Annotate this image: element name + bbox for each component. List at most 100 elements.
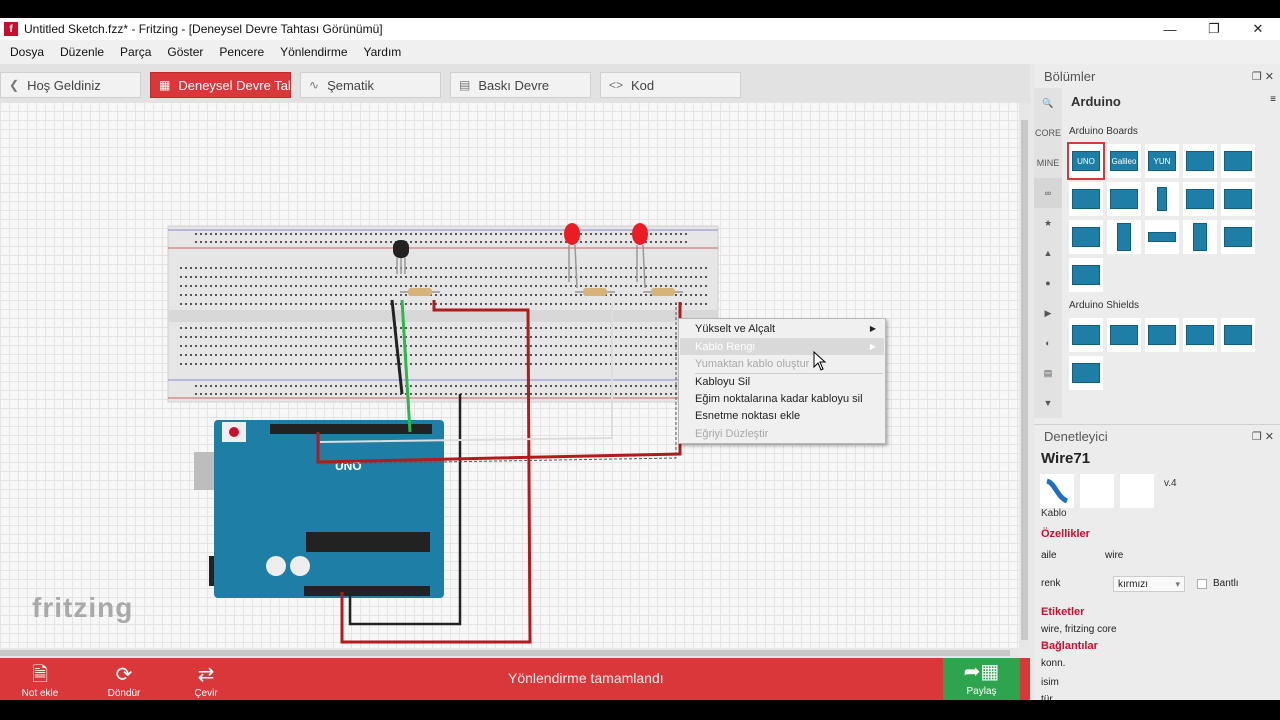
connection-row-name: isim xyxy=(1041,677,1059,688)
part-arduino-board[interactable] xyxy=(1069,220,1103,254)
title-bar: f Untitled Sketch.fzz* - Fritzing - [Den… xyxy=(0,18,1280,40)
float-icon[interactable]: ❐ xyxy=(1252,431,1262,443)
flip-button[interactable]: ⇄ Çevir xyxy=(176,662,236,700)
horizontal-scrollbar[interactable] xyxy=(0,648,1019,658)
inspector-part-title[interactable]: Wire71 xyxy=(1041,450,1090,467)
wire-context-menu: Yükselt ve Alçalt ▶ Kablo Rengi ▶ Yumakt… xyxy=(678,318,886,444)
contrib-bin-icon[interactable]: ◐ xyxy=(1034,328,1062,358)
panel-title: Denetleyici xyxy=(1044,429,1108,444)
bin-tab-core[interactable]: CORE xyxy=(1034,118,1062,148)
search-icon[interactable]: 🔍 xyxy=(1034,88,1062,118)
part-arduino-board[interactable] xyxy=(1145,220,1179,254)
properties-section-title: Özellikler xyxy=(1041,528,1090,540)
button-label: Not ekle xyxy=(21,688,59,699)
float-icon[interactable]: ❐ xyxy=(1252,71,1262,83)
part-arduino-board[interactable] xyxy=(1107,182,1141,216)
arduino-boards-grid: UNO Galileo YUN xyxy=(1067,142,1279,296)
menu-duzenle[interactable]: Düzenle xyxy=(52,45,112,59)
property-value: wire xyxy=(1105,550,1124,561)
menu-goster[interactable]: Göster xyxy=(159,45,211,59)
part-arduino-board[interactable] xyxy=(1069,258,1103,292)
submenu-arrow-icon: ▶ xyxy=(869,342,876,351)
bin-tab-mine[interactable]: MINE xyxy=(1034,148,1062,178)
close-button[interactable]: ✕ xyxy=(1236,18,1280,40)
tab-label: Şematik xyxy=(327,77,375,93)
intel-bin-icon[interactable]: ● xyxy=(1034,268,1062,298)
close-icon[interactable]: ✕ xyxy=(1265,71,1274,83)
part-arduino-shield[interactable] xyxy=(1183,318,1217,352)
button-label: Çevir xyxy=(194,688,218,699)
part-arduino-board[interactable] xyxy=(1183,182,1217,216)
part-arduino-galileo[interactable]: Galileo xyxy=(1107,144,1141,178)
part-arduino-board[interactable] xyxy=(1069,182,1103,216)
connection-row-conn: konn. xyxy=(1041,658,1066,669)
menu-parca[interactable]: Parça xyxy=(112,45,159,59)
output-bin-icon[interactable]: ▤ xyxy=(1034,358,1062,388)
parts-bin-tabs: 🔍 CORE MINE ∞ ★ ▲ ● ▶ ◐ ▤ ▼ xyxy=(1034,88,1062,418)
share-icon: ➦▦ xyxy=(963,661,1000,683)
panel-title: Bölümler xyxy=(1044,68,1096,84)
pcb-thumbnail xyxy=(1120,474,1154,508)
button-label: Paylaş xyxy=(966,686,997,697)
part-arduino-board[interactable] xyxy=(1221,182,1255,216)
breadboard[interactable] xyxy=(167,225,719,403)
part-arduino-board[interactable] xyxy=(1145,182,1179,216)
part-arduino-yun[interactable]: YUN xyxy=(1145,144,1179,178)
tab-breadboard[interactable]: ▦ Deneysel Devre Tahtası xyxy=(150,72,291,98)
menu-item-delete-wire[interactable]: Kabloyu Sil xyxy=(680,373,884,390)
tab-label: Baskı Devre xyxy=(478,77,550,93)
tab-welcome[interactable]: ❮ Hoş Geldiniz xyxy=(0,72,141,98)
vertical-scrollbar[interactable] xyxy=(1019,102,1030,648)
banded-checkbox[interactable] xyxy=(1197,579,1207,589)
arduino-bin-icon[interactable]: ∞ xyxy=(1034,178,1062,208)
part-arduino-board[interactable] xyxy=(1221,144,1255,178)
rotate-button[interactable]: ⟳ Döndür xyxy=(94,662,154,700)
menu-yardim[interactable]: Yardım xyxy=(356,45,410,59)
wire-color-select[interactable]: kırmızı xyxy=(1113,576,1185,592)
menu-item-label: Eğriyi Düzleştir xyxy=(695,427,769,440)
menu-item-raise-lower[interactable]: Yükselt ve Alçalt ▶ xyxy=(680,320,884,337)
menu-item-label: Eğim noktalarına kadar kabloyu sil xyxy=(695,392,863,405)
scroll-down-icon[interactable]: ▼ xyxy=(1034,388,1062,418)
menu-item-wire-color[interactable]: Kablo Rengi ▶ xyxy=(680,338,884,355)
inspector-header: Denetleyici ❐ ✕ xyxy=(1034,424,1280,448)
menu-item-label: Yükselt ve Alçalt xyxy=(695,322,776,335)
bin-menu-icon[interactable]: ≡ xyxy=(1270,94,1276,105)
part-arduino-shield[interactable] xyxy=(1069,318,1103,352)
schematic-thumbnail xyxy=(1080,474,1114,508)
part-arduino-shield[interactable] xyxy=(1069,356,1103,390)
close-icon[interactable]: ✕ xyxy=(1265,431,1274,443)
add-note-button[interactable]: 🗎 Not ekle xyxy=(10,662,70,700)
view-tab-bar: ❮ Hoş Geldiniz ▦ Deneysel Devre Tahtası … xyxy=(0,64,1030,102)
menu-item-delete-wire-to-bendpoints[interactable]: Eğim noktalarına kadar kabloyu sil xyxy=(680,390,884,407)
part-arduino-shield[interactable] xyxy=(1107,318,1141,352)
bin-section-title: Arduino Boards xyxy=(1069,126,1138,137)
menu-yonlendirme[interactable]: Yönlendirme xyxy=(272,45,355,59)
seeed-bin-icon[interactable]: ▲ xyxy=(1034,238,1062,268)
parts-panel-header: Bölümler ❐ ✕ xyxy=(1034,64,1280,88)
part-arduino-board[interactable] xyxy=(1183,144,1217,178)
sparkfun-bin-icon[interactable]: ★ xyxy=(1034,208,1062,238)
restore-button[interactable]: ❐ xyxy=(1192,18,1236,40)
tab-schematic[interactable]: ∿ Şematik xyxy=(300,72,441,98)
flip-icon: ⇄ xyxy=(197,664,215,686)
menu-pencere[interactable]: Pencere xyxy=(211,45,272,59)
part-arduino-board[interactable] xyxy=(1221,220,1255,254)
menu-item-label: Esnetme noktası ekle xyxy=(695,409,801,422)
menu-item-add-bendpoint[interactable]: Esnetme noktası ekle xyxy=(680,407,884,424)
part-arduino-shield[interactable] xyxy=(1145,318,1179,352)
part-arduino-shield[interactable] xyxy=(1221,318,1255,352)
tab-code[interactable]: <> Kod xyxy=(600,72,741,98)
minimize-button[interactable]: — xyxy=(1148,18,1192,40)
part-arduino-board[interactable] xyxy=(1183,220,1217,254)
tab-pcb[interactable]: ▤ Baskı Devre xyxy=(450,72,591,98)
note-icon: 🗎 xyxy=(31,664,49,686)
play-bin-icon[interactable]: ▶ xyxy=(1034,298,1062,328)
part-arduino-board[interactable] xyxy=(1107,220,1141,254)
property-key: aile xyxy=(1041,550,1057,561)
menu-dosya[interactable]: Dosya xyxy=(2,45,52,59)
share-button[interactable]: ➦▦ Paylaş xyxy=(943,658,1020,700)
part-version: v.4 xyxy=(1164,478,1177,489)
part-arduino-uno[interactable]: UNO xyxy=(1067,142,1105,180)
select-value: kırmızı xyxy=(1118,578,1148,590)
